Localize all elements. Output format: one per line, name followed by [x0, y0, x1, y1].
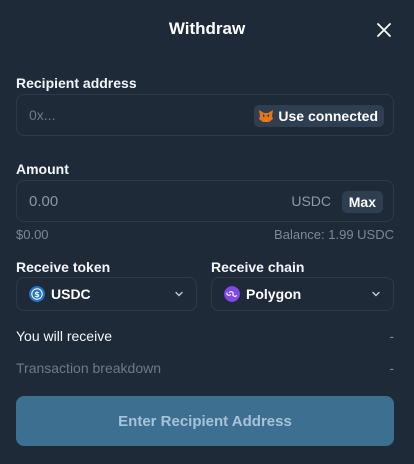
- transaction-breakdown-value: -: [389, 360, 394, 376]
- amount-input[interactable]: [29, 181, 229, 221]
- you-will-receive-value: -: [389, 328, 394, 344]
- balance-text: Balance: 1.99 USDC: [274, 227, 394, 242]
- recipient-address-field: Use connected: [16, 94, 394, 136]
- polygon-icon: [224, 286, 240, 302]
- max-button[interactable]: Max: [341, 191, 383, 213]
- svg-text:$: $: [34, 290, 40, 299]
- usd-value: $0.00: [16, 227, 49, 242]
- chevron-down-icon: [175, 291, 183, 297]
- recipient-address-input[interactable]: [29, 95, 229, 135]
- modal-header: Withdraw: [0, 0, 414, 60]
- amount-field: USDC Max: [16, 180, 394, 222]
- receive-token-label: Receive token: [16, 259, 111, 275]
- receive-token-select[interactable]: $ USDC: [16, 277, 197, 311]
- use-connected-button[interactable]: Use connected: [254, 105, 384, 127]
- chevron-down-icon: [372, 291, 380, 297]
- receive-chain-label: Receive chain: [211, 259, 305, 275]
- enter-recipient-address-button[interactable]: Enter Recipient Address: [16, 396, 394, 446]
- amount-label: Amount: [16, 161, 69, 177]
- close-icon[interactable]: [374, 20, 394, 40]
- use-connected-label: Use connected: [278, 108, 378, 124]
- modal-title: Withdraw: [168, 19, 246, 38]
- receive-chain-select[interactable]: Polygon: [211, 277, 394, 311]
- receive-chain-value: Polygon: [246, 286, 302, 302]
- receive-token-value: USDC: [51, 286, 91, 302]
- you-will-receive-label: You will receive: [16, 328, 112, 344]
- transaction-breakdown-toggle[interactable]: Transaction breakdown: [16, 360, 161, 376]
- withdraw-modal: Withdraw Recipient address Use connected…: [0, 0, 414, 464]
- usdc-icon: $: [29, 286, 45, 302]
- metamask-fox-icon: [259, 110, 274, 122]
- amount-unit: USDC: [291, 193, 331, 209]
- recipient-address-label: Recipient address: [16, 75, 137, 91]
